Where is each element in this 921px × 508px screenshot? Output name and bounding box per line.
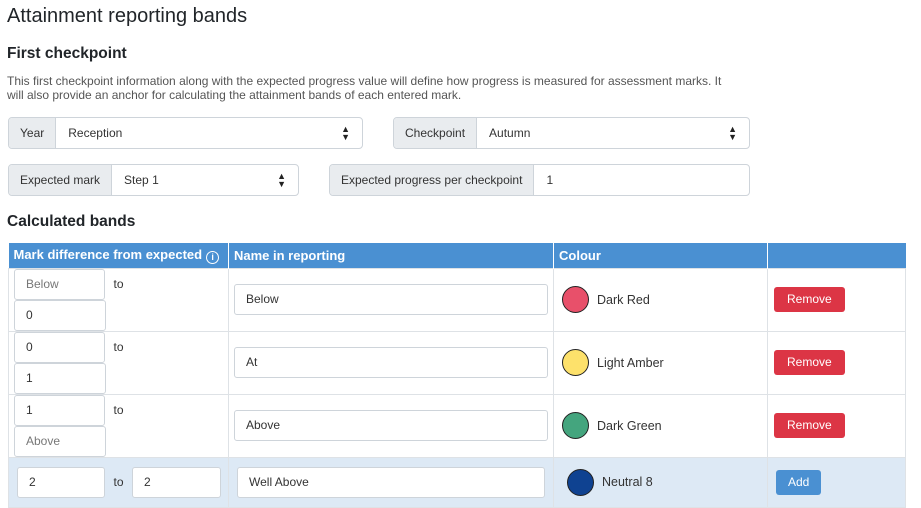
colour-swatch[interactable] [562, 349, 589, 376]
band-from-input[interactable]: 0 [14, 331, 105, 363]
bands-table: Mark difference from expected i Name in r… [8, 243, 906, 508]
new-band-to-input[interactable]: 2 [132, 466, 221, 498]
info-icon[interactable]: i [206, 250, 220, 264]
checkpoint-select[interactable]: Autumn ▲ ▼ [477, 118, 749, 148]
expected-mark-select-group: Expected mark Step 1 ▲ ▼ [8, 164, 299, 196]
band-to-input[interactable]: Above [14, 425, 106, 457]
year-select-group: Year Reception ▲ ▼ [8, 117, 363, 149]
chevron-updown-icon: ▲ ▼ [277, 171, 286, 189]
first-checkpoint-heading: First checkpoint [7, 45, 127, 62]
remove-button[interactable]: Remove [774, 287, 845, 312]
chevron-updown-icon: ▲ ▼ [728, 124, 737, 142]
band-from-input[interactable]: Below [14, 268, 105, 300]
year-label: Year [9, 118, 57, 148]
chevron-updown-icon: ▲ ▼ [341, 124, 350, 142]
to-label: to [113, 277, 124, 291]
table-header-row: Mark difference from expected i Name in r… [8, 243, 906, 268]
checkpoint-label: Checkpoint [394, 118, 478, 148]
year-select-value: Reception [68, 126, 123, 140]
remove-button[interactable]: Remove [774, 350, 845, 375]
new-band-row: 2 to 2 Well Above Neutral 8 Add [8, 456, 906, 508]
checkpoint-select-group: Checkpoint Autumn ▲ ▼ [393, 117, 750, 149]
colour-name: Dark Red [597, 292, 650, 307]
table-row: Below to0 Below Dark Red Remove [8, 267, 906, 332]
page-title: Attainment reporting bands [7, 5, 248, 27]
colour-name: Light Amber [597, 355, 664, 370]
band-from-input[interactable]: 1 [14, 394, 105, 426]
to-label: to [113, 340, 124, 354]
colour-swatch[interactable] [562, 286, 589, 313]
to-label: to [113, 475, 124, 489]
new-band-name-input[interactable]: Well Above [237, 466, 545, 498]
colour-name: Dark Green [597, 418, 662, 433]
expected-mark-value: Step 1 [124, 173, 159, 187]
remove-button[interactable]: Remove [774, 413, 845, 438]
band-name-input[interactable]: Below [234, 284, 548, 315]
to-label: to [113, 403, 124, 417]
header-name-in-reporting: Name in reporting [228, 243, 554, 268]
header-actions [767, 243, 906, 268]
description-text: This first checkpoint information along … [7, 74, 722, 102]
table-row: 1 to Above Above Dark Green Remove [8, 393, 906, 458]
calculated-bands-heading: Calculated bands [7, 213, 136, 230]
colour-name: Neutral 8 [602, 475, 653, 489]
add-button[interactable]: Add [776, 469, 822, 495]
band-to-input[interactable]: 0 [14, 299, 106, 331]
colour-swatch[interactable] [567, 468, 594, 496]
expected-progress-label: Expected progress per checkpoint [330, 165, 535, 195]
header-colour: Colour [553, 243, 768, 268]
checkpoint-select-value: Autumn [489, 126, 531, 140]
new-band-from-input[interactable]: 2 [17, 466, 105, 498]
expected-mark-label: Expected mark [9, 165, 113, 195]
band-name-input[interactable]: At [234, 347, 548, 378]
header-mark-difference: Mark difference from expected i [8, 243, 229, 268]
expected-progress-input[interactable]: 1 [534, 165, 749, 195]
year-select[interactable]: Reception ▲ ▼ [56, 118, 362, 148]
table-row: 0 to 1 At Light Amber Remove [8, 330, 906, 395]
band-to-input[interactable]: 1 [14, 362, 106, 394]
expected-mark-select[interactable]: Step 1 ▲ ▼ [112, 165, 298, 195]
colour-swatch[interactable] [562, 412, 589, 439]
expected-progress-group: Expected progress per checkpoint 1 [329, 164, 750, 196]
band-name-input[interactable]: Above [234, 410, 548, 441]
